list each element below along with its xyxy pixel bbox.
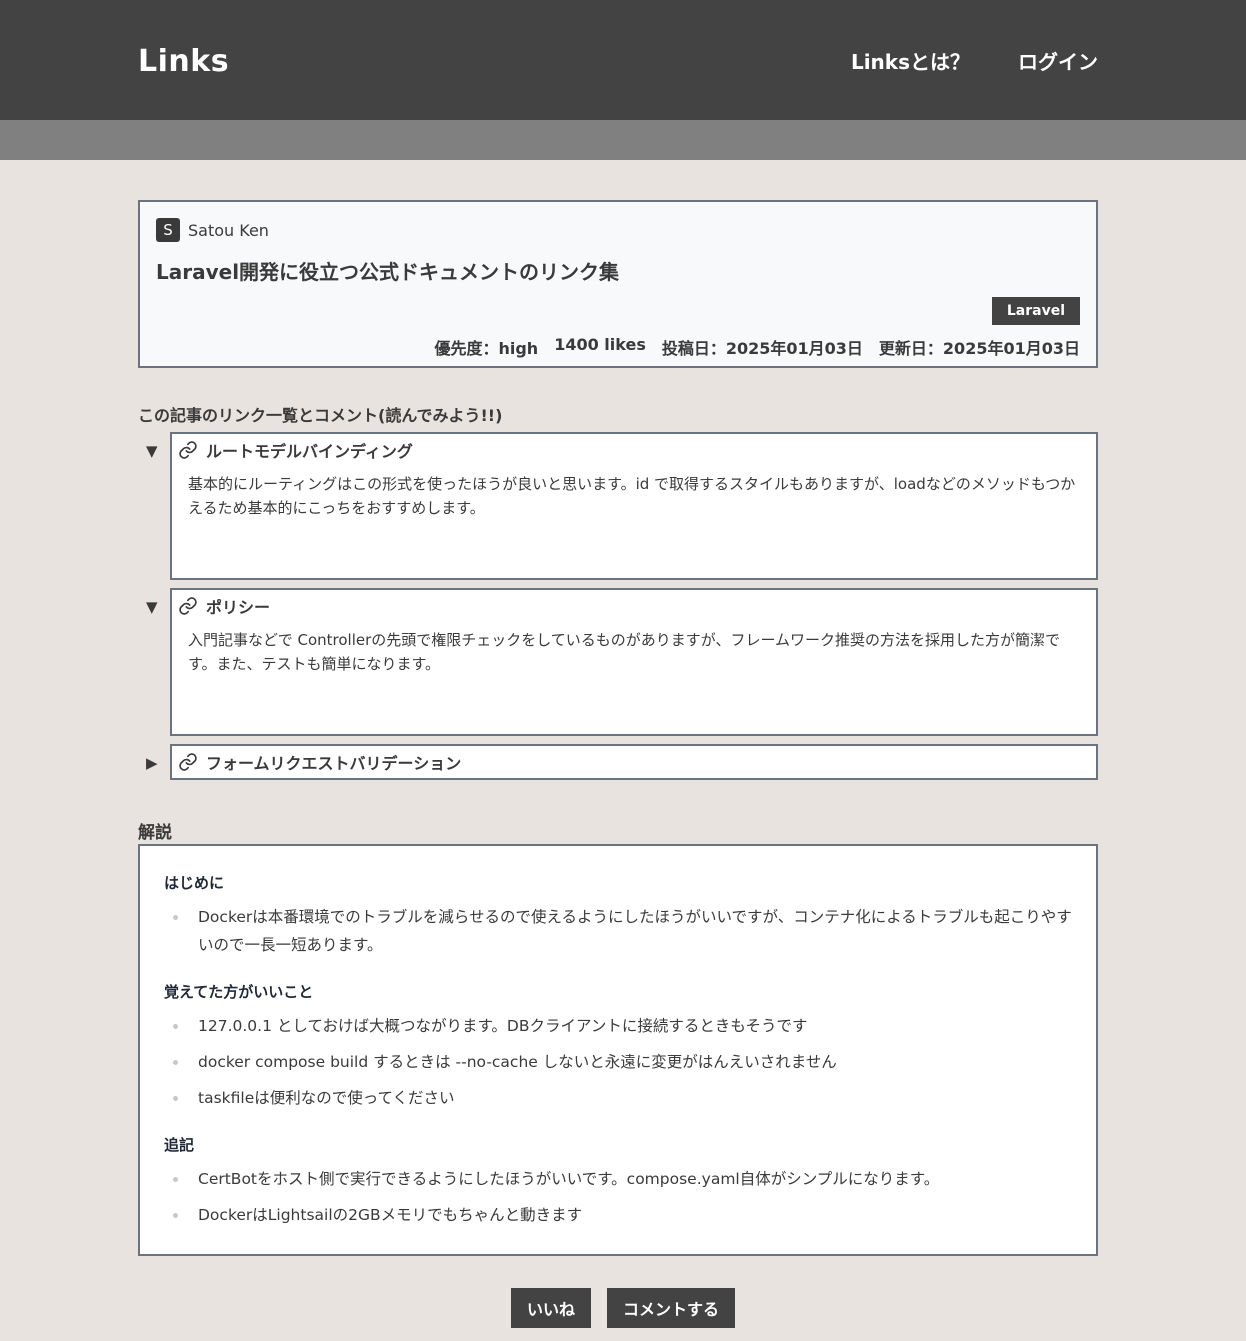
author-name: Satou Ken — [188, 220, 269, 240]
article-meta: 優先度：high 1400 likes 投稿日：2025年01月03日 更新日：… — [156, 335, 1080, 359]
link-title[interactable]: ルートモデルバインディング — [206, 438, 413, 462]
article-title: Laravel開発に役立つ公式ドキュメントのリンク集 — [156, 260, 620, 284]
links-heading: この記事のリンク一覧とコメント(読んでみよう!!) — [138, 406, 503, 425]
link-header[interactable]: ルートモデルバインディング — [170, 432, 1098, 468]
sub-header-bar — [0, 120, 1246, 160]
posted-date: 投稿日：2025年01月03日 — [661, 339, 863, 358]
header-nav: Linksとは？ ログイン — [851, 46, 1098, 75]
link-title[interactable]: ポリシー — [206, 594, 270, 618]
collapse-toggle[interactable]: ▼ — [146, 598, 158, 616]
explain-section-title: 追記 — [164, 1136, 195, 1154]
link-header[interactable]: ポリシー — [170, 588, 1098, 624]
list-item: docker compose build するときは --no-cache しな… — [164, 1048, 1072, 1076]
like-button[interactable]: いいね — [510, 1288, 591, 1328]
expand-toggle[interactable]: ▶ — [146, 754, 158, 772]
link-icon — [179, 597, 197, 615]
link-icon — [179, 753, 197, 771]
explain-section-title: はじめに — [164, 874, 225, 892]
tag-badge[interactable]: Laravel — [991, 297, 1080, 325]
comment-button[interactable]: コメントする — [607, 1288, 736, 1328]
site-header: Links Linksとは？ ログイン — [0, 0, 1246, 120]
likes-count: 1400 likes — [554, 335, 646, 354]
author: S Satou Ken — [156, 218, 1080, 242]
list-item: Dockerは本番環境でのトラブルを減らせるので使えるようにしたほうがいいですが… — [164, 903, 1072, 959]
nav-login-link[interactable]: ログイン — [1018, 46, 1098, 75]
list-item: DockerはLightsailの2GBメモリでもちゃんと動きます — [164, 1201, 1072, 1229]
nav-about-link[interactable]: Linksとは？ — [851, 46, 970, 75]
article-card: S Satou Ken Laravel開発に役立つ公式ドキュメントのリンク集 L… — [138, 200, 1098, 368]
list-item: 127.0.0.1 としておけば大概つながります。DBクライアントに接続するとき… — [164, 1012, 1072, 1040]
tag-list: Laravel — [156, 297, 1080, 325]
avatar: S — [156, 218, 180, 242]
explain-list: Dockerは本番環境でのトラブルを減らせるので使えるようにしたほうがいいですが… — [164, 903, 1072, 959]
collapse-toggle[interactable]: ▼ — [146, 442, 158, 460]
action-bar: いいね コメントする — [0, 1288, 1246, 1328]
explain-heading: 解説 — [138, 823, 172, 843]
link-comment: 基本的にルーティングはこの形式を使ったほうが良いと思います。id で取得するスタ… — [170, 466, 1098, 580]
explain-content: はじめに Dockerは本番環境でのトラブルを減らせるので使えるようにしたほうが… — [138, 844, 1098, 1256]
explain-section-title: 覚えてた方がいいこと — [164, 983, 314, 1001]
list-item: CertBotをホスト側で実行できるようにしたほうがいいです。compose.y… — [164, 1165, 1072, 1193]
link-title[interactable]: フォームリクエストバリデーション — [206, 750, 461, 774]
explain-list: 127.0.0.1 としておけば大概つながります。DBクライアントに接続するとき… — [164, 1012, 1072, 1112]
updated-date: 更新日：2025年01月03日 — [878, 339, 1080, 358]
priority: 優先度：high — [434, 339, 539, 358]
list-item: taskfileは便利なので使ってください — [164, 1084, 1072, 1112]
link-header[interactable]: フォームリクエストバリデーション — [170, 744, 1098, 780]
link-icon — [179, 441, 197, 459]
explain-list: CertBotをホスト側で実行できるようにしたほうがいいです。compose.y… — [164, 1165, 1072, 1229]
site-logo[interactable]: Links — [138, 44, 229, 79]
link-comment: 入門記事などで Controllerの先頭で権限チェックをしているものがあります… — [170, 622, 1098, 736]
